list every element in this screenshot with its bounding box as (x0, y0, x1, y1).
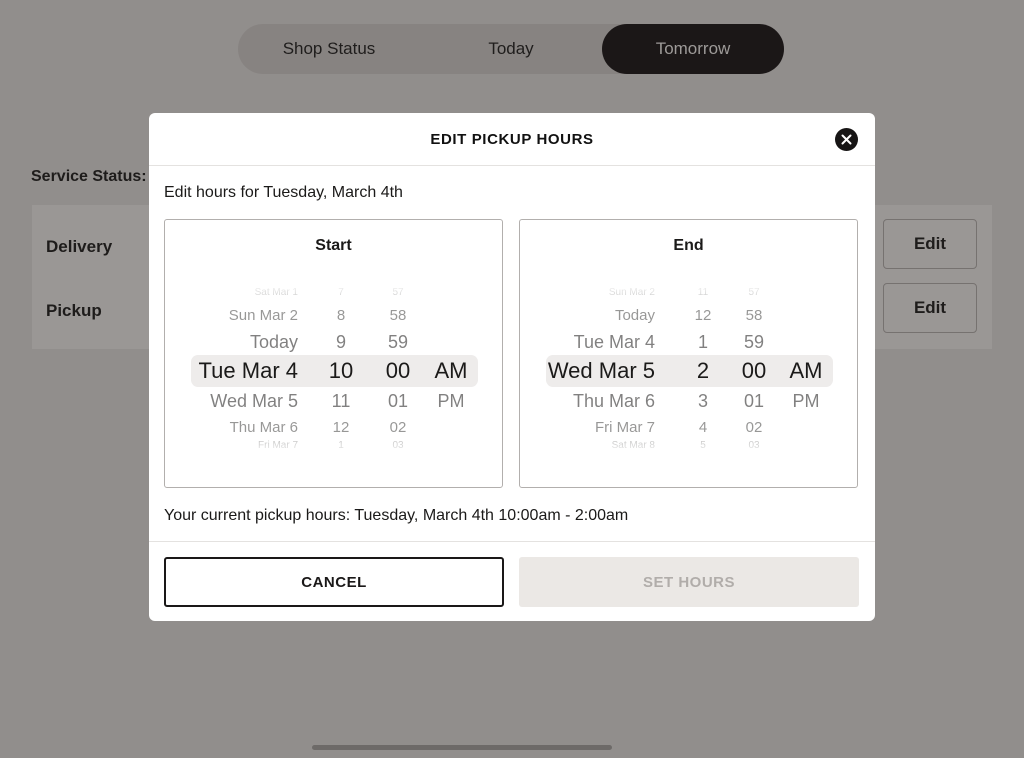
edit-pickup-hours-modal: EDIT PICKUP HOURS Edit hours for Tuesday… (149, 113, 875, 621)
end-day-option[interactable]: Thu Mar 6 (573, 392, 655, 410)
start-minute-option[interactable]: 58 (390, 308, 407, 323)
end-ampm-option[interactable]: AM (790, 360, 823, 382)
tab-shop-status[interactable]: Shop Status (238, 24, 420, 74)
home-indicator (312, 745, 612, 750)
end-wheel-fade-top (520, 282, 857, 304)
start-wheel-fade-bottom (165, 436, 502, 458)
current-pickup-hours: Your current pickup hours: Tuesday, Marc… (164, 507, 629, 524)
start-minute-option[interactable]: 01 (388, 392, 408, 410)
pickup-edit-button[interactable]: Edit (883, 283, 977, 333)
pickup-label: Pickup (46, 301, 102, 320)
modal-header: EDIT PICKUP HOURS (149, 113, 875, 166)
end-hour-option[interactable]: 12 (695, 308, 712, 323)
end-hour-option[interactable]: 11 (698, 288, 708, 298)
delivery-edit-button[interactable]: Edit (883, 219, 977, 269)
end-day-option[interactable]: Sun Mar 2 (609, 288, 655, 298)
start-hour-option[interactable]: 9 (336, 333, 346, 351)
end-day-option[interactable]: Tue Mar 4 (574, 333, 655, 351)
end-minute-option[interactable]: 00 (742, 360, 766, 382)
end-minute-option[interactable]: 57 (748, 288, 759, 298)
start-minute-option[interactable]: 00 (386, 360, 410, 382)
start-minute-option[interactable]: 03 (392, 441, 403, 451)
end-minute-option[interactable]: 59 (744, 333, 764, 351)
start-day-option[interactable]: Sun Mar 2 (229, 308, 298, 323)
end-hour-option[interactable]: 2 (697, 360, 709, 382)
tab-today[interactable]: Today (420, 24, 602, 74)
start-day-option[interactable]: Today (250, 333, 298, 351)
end-picker-title: End (673, 237, 704, 254)
start-time-picker[interactable]: Start Sat Mar 1 Sun Mar 2 Today Tue Mar 4 We… (164, 219, 503, 488)
end-ampm-option[interactable]: PM (793, 392, 820, 410)
start-day-option[interactable]: Thu Mar 6 (230, 420, 298, 435)
end-hour-option[interactable]: 1 (698, 333, 708, 351)
start-minute-option[interactable]: 02 (390, 420, 407, 435)
close-icon (841, 134, 852, 145)
end-hour-option[interactable]: 3 (698, 392, 708, 410)
end-minute-option[interactable]: 02 (746, 420, 763, 435)
footer-divider (149, 541, 875, 542)
start-hour-option[interactable]: 7 (338, 288, 344, 298)
delivery-label: Delivery (46, 237, 113, 256)
start-picker-title: Start (315, 237, 352, 254)
start-day-option[interactable]: Sat Mar 1 (255, 288, 298, 298)
start-hour-option[interactable]: 12 (333, 420, 350, 435)
end-day-option[interactable]: Fri Mar 7 (595, 420, 655, 435)
end-hour-option[interactable]: 5 (700, 441, 706, 451)
start-day-option[interactable]: Tue Mar 4 (199, 360, 298, 382)
end-day-option[interactable]: Wed Mar 5 (548, 360, 655, 382)
tab-tomorrow[interactable]: Tomorrow (602, 24, 784, 74)
end-minute-option[interactable]: 03 (748, 441, 759, 451)
end-minute-option[interactable]: 58 (746, 308, 763, 323)
end-time-picker[interactable]: End Sun Mar 2 Today Tue Mar 4 Wed Mar 5 Thu … (519, 219, 858, 488)
start-hour-option[interactable]: 8 (337, 308, 345, 323)
start-minute-option[interactable]: 57 (392, 288, 403, 298)
start-day-option[interactable]: Fri Mar 7 (258, 441, 298, 451)
start-ampm-option[interactable]: PM (438, 392, 465, 410)
start-ampm-option[interactable]: AM (435, 360, 468, 382)
day-segmented-control: Shop Status Today Tomorrow (238, 24, 784, 74)
cancel-button[interactable]: CANCEL (164, 557, 504, 607)
end-day-option[interactable]: Today (615, 308, 655, 323)
start-minute-option[interactable]: 59 (388, 333, 408, 351)
end-hour-option[interactable]: 4 (699, 420, 707, 435)
modal-title: EDIT PICKUP HOURS (430, 130, 594, 148)
start-hour-option[interactable]: 1 (338, 441, 344, 451)
end-wheel-fade-bottom (520, 436, 857, 458)
set-hours-button[interactable]: SET HOURS (519, 557, 859, 607)
start-hour-option[interactable]: 10 (329, 360, 353, 382)
start-day-option[interactable]: Wed Mar 5 (210, 392, 298, 410)
service-status-label: Service Status: (31, 168, 147, 185)
end-minute-option[interactable]: 01 (744, 392, 764, 410)
close-button[interactable] (835, 128, 858, 151)
start-wheel-fade-top (165, 282, 502, 304)
end-day-option[interactable]: Sat Mar 8 (612, 441, 655, 451)
edit-for-date-text: Edit hours for Tuesday, March 4th (164, 184, 403, 201)
start-hour-option[interactable]: 11 (332, 392, 351, 410)
